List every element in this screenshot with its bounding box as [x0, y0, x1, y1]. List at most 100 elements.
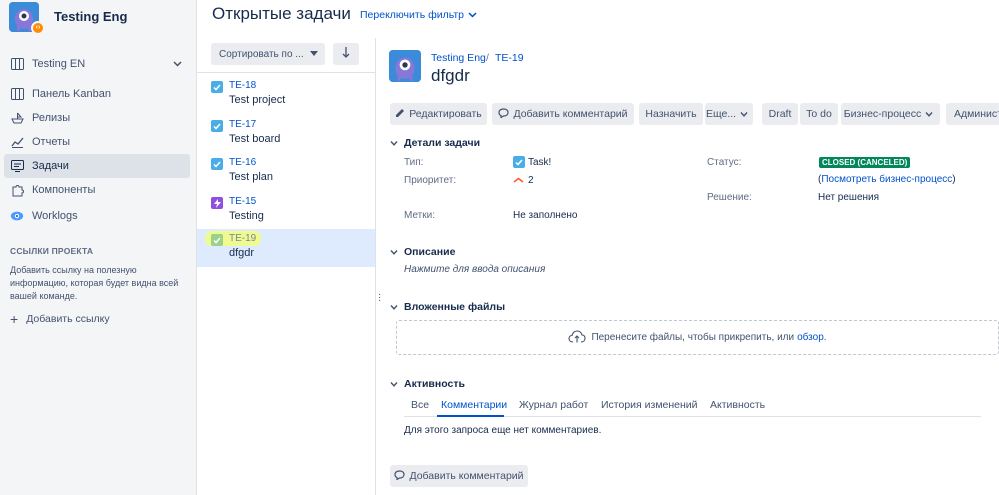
- resize-handle-icon[interactable]: · · ·: [378, 290, 381, 306]
- edit-button[interactable]: Редактировать: [390, 103, 487, 125]
- board-icon: [10, 57, 24, 71]
- issue-list-item[interactable]: TE-18 Test project: [197, 76, 375, 114]
- priority-value-text: 2: [528, 175, 534, 186]
- breadcrumb-separator: /: [486, 52, 489, 64]
- sidebar-item-worklogs[interactable]: Worklogs: [4, 204, 190, 228]
- add-comment-label: Добавить комментарий: [513, 108, 628, 120]
- issue-key: TE-19: [229, 233, 257, 244]
- plus-icon: +: [10, 311, 19, 327]
- issue-summary: Testing: [229, 210, 264, 222]
- issue-list-item-selected[interactable]: TE-19 dfgdr: [197, 229, 375, 267]
- more-label: Еще...: [705, 108, 737, 120]
- attachments-section-toggle[interactable]: Вложенные файлы: [390, 301, 505, 313]
- chevron-down-icon: [390, 378, 404, 390]
- add-link-label: Добавить ссылку: [26, 313, 110, 325]
- activity-title: Активность: [404, 378, 465, 390]
- issue-title[interactable]: dfgdr: [431, 66, 470, 86]
- chevron-down-icon: [173, 58, 182, 70]
- transition-draft-button[interactable]: Draft: [762, 103, 798, 125]
- switch-filter-button[interactable]: Переключить фильтр: [360, 9, 477, 21]
- puzzle-icon: [10, 183, 24, 197]
- project-sidebar: ‹› Testing Eng Testing EN Панель Kanban …: [0, 0, 197, 495]
- lightning-icon: [211, 197, 223, 209]
- sidebar-item-label: Testing EN: [32, 58, 86, 70]
- sidebar-item-kanban[interactable]: Панель Kanban: [4, 82, 190, 106]
- todo-label: To do: [806, 108, 832, 120]
- assign-label: Назначить: [645, 108, 697, 120]
- workflow-dropdown[interactable]: Бизнес-процесс: [841, 103, 940, 125]
- sort-direction-button[interactable]: [333, 43, 359, 65]
- issue-list-item[interactable]: TE-17 Test board: [197, 115, 375, 153]
- priority-value[interactable]: 2: [513, 175, 534, 186]
- status-badge: CLOSED (CANCELED): [819, 157, 911, 168]
- sidebar-item-issues[interactable]: Задачи: [4, 154, 190, 178]
- task-icon: [211, 81, 223, 93]
- ship-icon: [10, 111, 24, 125]
- comment-icon: [498, 107, 513, 121]
- dropzone-text-end: .: [823, 332, 827, 343]
- breadcrumb-project-link[interactable]: Testing Eng: [431, 52, 486, 64]
- issue-summary: dfgdr: [229, 247, 255, 259]
- divider: [197, 72, 375, 73]
- labels-value[interactable]: Не заполнено: [513, 210, 577, 221]
- add-link-button[interactable]: + Добавить ссылку: [10, 311, 110, 327]
- admin-dropdown[interactable]: Админист: [946, 103, 999, 125]
- type-label: Тип:: [404, 157, 424, 168]
- tab-worklog[interactable]: Журнал работ: [519, 399, 588, 411]
- priority-icon: [513, 175, 524, 186]
- add-comment-button[interactable]: Добавить комментарий: [390, 465, 528, 487]
- sidebar-item-board-switcher[interactable]: Testing EN: [4, 52, 190, 76]
- project-header[interactable]: ‹› Testing Eng: [9, 2, 194, 36]
- sort-dropdown[interactable]: Сортировать по ...: [211, 43, 325, 65]
- labels-label: Метки:: [404, 210, 435, 221]
- type-value[interactable]: Task!: [513, 156, 551, 168]
- sidebar-item-label: Релизы: [32, 112, 71, 124]
- tab-history[interactable]: История изменений: [601, 399, 698, 411]
- board-icon: [10, 87, 24, 101]
- sidebar-item-components[interactable]: Компоненты: [4, 178, 190, 202]
- chevron-down-icon: [740, 108, 752, 120]
- sidebar-item-reports[interactable]: Отчеты: [4, 130, 190, 154]
- description-placeholder[interactable]: Нажмите для ввода описания: [404, 264, 545, 275]
- workflow-label: Бизнес-процесс: [843, 108, 922, 120]
- page-title: Открытые задачи: [212, 4, 351, 23]
- description-title: Описание: [404, 246, 456, 258]
- chevron-down-icon: [390, 137, 404, 149]
- assign-button[interactable]: Назначить: [639, 103, 703, 125]
- attachments-title: Вложенные файлы: [404, 301, 506, 313]
- issue-list-item[interactable]: TE-15 Testing: [197, 192, 375, 230]
- task-icon: [211, 158, 223, 170]
- resolution-label: Решение:: [707, 192, 752, 203]
- task-icon: [513, 156, 525, 168]
- project-links-description: Добавить ссылку на полезную информацию, …: [10, 265, 179, 301]
- more-actions-dropdown[interactable]: Еще...: [705, 103, 753, 125]
- project-avatar: [389, 50, 421, 82]
- issue-list-panel: Сортировать по ... TE-18 Test project TE…: [197, 38, 376, 495]
- tab-all[interactable]: Все: [411, 399, 429, 411]
- issue-key: TE-17: [229, 119, 257, 130]
- sidebar-item-label: Worklogs: [32, 210, 78, 222]
- description-section-toggle[interactable]: Описание: [390, 246, 455, 258]
- arrow-down-icon: [342, 47, 350, 61]
- add-comment-toolbar-button[interactable]: Добавить комментарий: [492, 103, 634, 125]
- draft-label: Draft: [768, 108, 792, 120]
- transition-todo-button[interactable]: To do: [800, 103, 838, 125]
- admin-label: Админист: [954, 108, 999, 120]
- task-icon: [211, 120, 223, 132]
- tab-activity[interactable]: Активность: [710, 399, 765, 411]
- issue-summary: Test project: [229, 94, 286, 106]
- breadcrumb-issue-key-link[interactable]: TE-19: [495, 52, 524, 64]
- issue-list-item[interactable]: TE-16 Test plan: [197, 153, 375, 191]
- activity-section-toggle[interactable]: Активность: [390, 378, 465, 390]
- issue-key: TE-16: [229, 157, 257, 168]
- view-workflow: (Посмотреть бизнес-процесс): [818, 174, 956, 185]
- sidebar-item-releases[interactable]: Релизы: [4, 106, 190, 130]
- sidebar-item-label: Компоненты: [32, 184, 96, 196]
- file-dropzone[interactable]: Перенесите файлы, чтобы прикрепить, или …: [396, 320, 999, 355]
- view-workflow-link[interactable]: Посмотреть бизнес-процесс: [821, 174, 952, 185]
- no-comments-message: Для этого запроса еще нет комментариев.: [404, 425, 602, 436]
- active-tab-indicator: [437, 415, 504, 417]
- details-section-toggle[interactable]: Детали задачи: [390, 137, 480, 149]
- tab-comments[interactable]: Комментарии: [441, 399, 507, 411]
- browse-link[interactable]: обзор: [797, 332, 824, 343]
